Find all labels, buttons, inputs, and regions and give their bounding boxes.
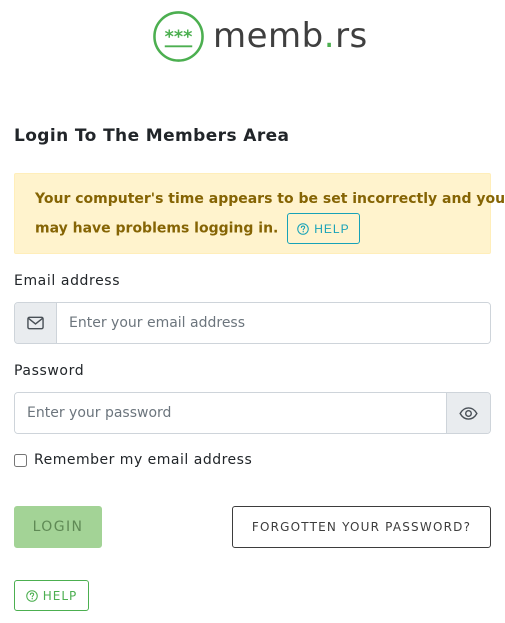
brand-name: memb.rs: [213, 19, 368, 53]
email-addon: [15, 303, 57, 343]
forgot-password-button[interactable]: FORGOTTEN YOUR PASSWORD?: [232, 506, 491, 548]
login-page: *** memb.rs Login To The Members Area Yo…: [0, 0, 505, 623]
brand-name-suffix: rs: [335, 16, 368, 56]
email-input[interactable]: [57, 303, 490, 343]
logo-mark-icon: ***: [153, 10, 204, 62]
remember-email-option[interactable]: Remember my email address: [14, 452, 252, 468]
brand-name-dot: .: [323, 16, 336, 56]
question-circle-icon: [25, 589, 38, 602]
warning-help-label: HELP: [314, 221, 350, 236]
email-input-group: [14, 302, 491, 344]
warning-text-line2: may have problems logging in.: [35, 220, 279, 237]
eye-icon: [459, 406, 478, 420]
password-label: Password: [14, 363, 85, 379]
envelope-icon: [27, 316, 44, 330]
time-warning-alert: Your computer's time appears to be set i…: [14, 173, 505, 254]
remember-email-checkbox[interactable]: [14, 453, 27, 467]
help-button[interactable]: HELP: [14, 580, 89, 611]
help-button-label: HELP: [42, 588, 78, 603]
brand-logo: *** memb.rs: [152, 10, 368, 62]
show-password-toggle[interactable]: [446, 393, 490, 433]
warning-help-button[interactable]: HELP: [287, 213, 360, 244]
question-circle-icon: [297, 222, 310, 235]
brand-name-prefix: memb: [213, 16, 324, 56]
logo-mark-text: ***: [165, 27, 193, 47]
remember-email-label: Remember my email address: [34, 452, 253, 468]
email-label: Email address: [14, 273, 121, 289]
warning-text-line1: Your computer's time appears to be set i…: [35, 191, 505, 207]
login-button[interactable]: LOGIN: [14, 506, 102, 548]
password-input-group: [14, 392, 491, 434]
page-title: Login To The Members Area: [14, 126, 290, 146]
password-input[interactable]: [15, 393, 446, 433]
